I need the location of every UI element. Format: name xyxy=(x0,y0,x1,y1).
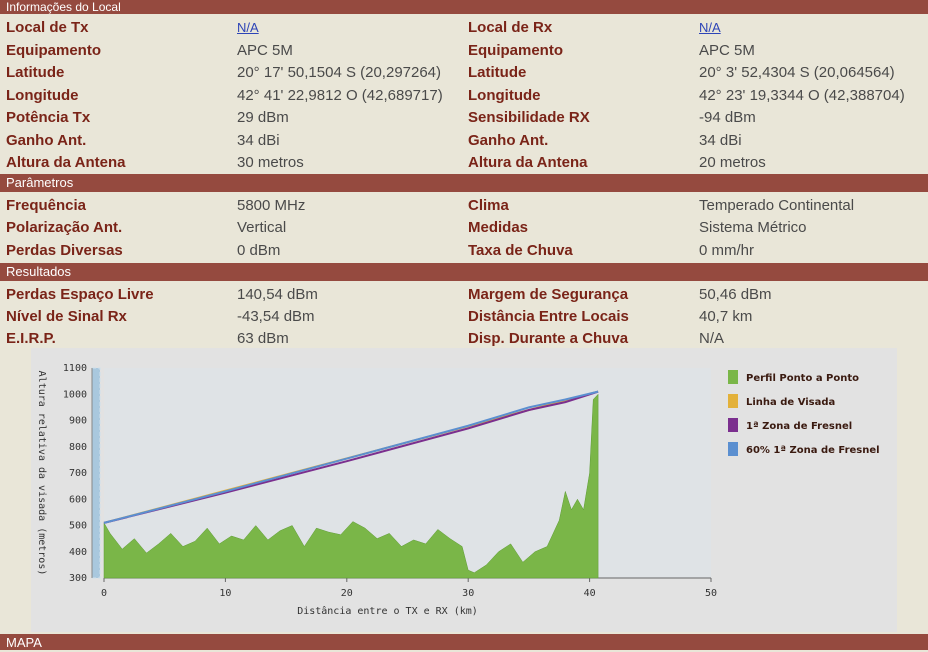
antenna-band xyxy=(91,367,101,579)
right-value: Sistema Métrico xyxy=(699,219,807,237)
right-label: Distância Entre Locais xyxy=(468,307,629,325)
left-value: 42° 41' 22,9812 O (42,689717) xyxy=(237,86,443,104)
info-row: Nível de Sinal Rx -43,54 dBm Distância Ent… xyxy=(0,306,928,328)
left-label: Nível de Sinal Rx xyxy=(6,307,127,325)
tx-site-value[interactable]: N/A xyxy=(237,20,259,35)
left-label: Ganho Ant. xyxy=(6,131,87,149)
legend-label: 60% 1ª Zona de Fresnel xyxy=(746,445,880,456)
left-label: Frequência xyxy=(6,197,87,214)
x-tick-label: 50 xyxy=(705,588,717,599)
left-value: 140,54 dBm xyxy=(237,285,318,303)
right-value: APC 5M xyxy=(699,41,755,59)
x-axis-label: Distância entre o TX e RX (km) xyxy=(297,605,478,617)
y-tick-label: 1000 xyxy=(63,389,87,400)
info-row: Longitude 42° 41' 22,9812 O (42,689717) Lo… xyxy=(0,85,928,107)
profile-chart-svg: 300 400 500 600 700 800 900 1000 1100 0 10 20 30 40 50… xyxy=(36,363,880,617)
info-row: Perdas Diversas 0 dBm Taxa de Chuva 0 mm/hr xyxy=(0,240,928,262)
legend-swatch xyxy=(728,442,738,456)
legend-swatch xyxy=(728,418,738,432)
section-header-local-info: Informações do Local xyxy=(0,0,928,14)
section-header-parameters: Parâmetros xyxy=(0,174,928,192)
tx-site-link[interactable]: N/A xyxy=(237,17,259,39)
x-tick-label: 0 xyxy=(101,588,107,599)
x-tick-label: 10 xyxy=(219,588,231,599)
info-row: Potência Tx 29 dBm Sensibilidade RX -94 dBm xyxy=(0,107,928,129)
legend-label: Perfil Ponto a Ponto xyxy=(746,373,859,384)
right-label: Margem de Segurança xyxy=(468,285,629,303)
left-label: Altura da Antena xyxy=(6,154,126,171)
legend-swatch xyxy=(728,394,738,408)
info-row: Equipamento APC 5M Equipamento APC 5M xyxy=(0,40,928,62)
info-row: Frequência 5800 MHz Clima Temperado Contine… xyxy=(0,195,928,217)
right-label: Latitude xyxy=(468,64,527,81)
left-value: 5800 MHz xyxy=(237,197,306,214)
left-label: Potência Tx xyxy=(6,109,91,126)
right-value: Temperado Continental xyxy=(699,197,855,214)
left-value: APC 5M xyxy=(237,41,293,59)
info-row: E.I.R.P. 63 dBm Disp. Durante a Chuva N/A xyxy=(0,328,928,350)
profile-chart: 300 400 500 600 700 800 900 1000 1100 0 10 20 30 40 50… xyxy=(31,348,897,632)
left-label: Equipamento xyxy=(6,41,102,59)
row-local: Local de Tx N/A Local de Rx N/A xyxy=(0,17,928,39)
y-tick-label: 500 xyxy=(69,521,87,532)
right-label: Equipamento xyxy=(468,41,564,59)
y-tick-label: 800 xyxy=(69,442,87,453)
y-tick-label: 700 xyxy=(69,468,87,479)
left-value: Vertical xyxy=(237,219,287,237)
x-tick-label: 30 xyxy=(462,588,474,599)
y-tick-label: 900 xyxy=(69,416,87,427)
right-value: 50,46 dBm xyxy=(699,285,772,303)
right-label: Altura da Antena xyxy=(468,154,588,171)
left-label: Perdas Espaço Livre xyxy=(6,285,154,303)
left-label: E.I.R.P. xyxy=(6,330,56,348)
legend-label: 1ª Zona de Fresnel xyxy=(746,421,852,432)
right-value: 34 dBi xyxy=(699,131,742,149)
right-value: N/A xyxy=(699,330,725,348)
right-value: 20 metros xyxy=(699,154,766,171)
left-value: 20° 17' 50,1504 S (20,297264) xyxy=(237,64,442,81)
left-label: Latitude xyxy=(6,64,65,81)
rx-site-label: Local de Rx xyxy=(468,19,553,36)
y-tick-label: 400 xyxy=(69,547,87,558)
right-label: Longitude xyxy=(468,86,541,104)
y-tick-label: 1100 xyxy=(63,363,87,374)
left-label: Polarização Ant. xyxy=(6,219,123,237)
info-row: Perdas Espaço Livre 140,54 dBm Margem de S… xyxy=(0,284,928,306)
left-value: 34 dBi xyxy=(237,131,280,149)
right-label: Taxa de Chuva xyxy=(468,241,573,259)
left-value: 63 dBm xyxy=(237,330,289,348)
left-label: Longitude xyxy=(6,86,79,104)
y-axis-label: Altura relativa da visada (metros) xyxy=(36,371,47,576)
legend-swatch xyxy=(728,370,738,384)
right-value: 0 mm/hr xyxy=(699,241,755,259)
section-header-results: Resultados xyxy=(0,263,928,281)
legend-label: Linha de Visada xyxy=(746,397,835,408)
rx-site-link[interactable]: N/A xyxy=(699,17,721,39)
info-row: Altura da Antena 30 metros Altura da Anten… xyxy=(0,152,928,174)
x-tick-label: 20 xyxy=(341,588,353,599)
right-label: Clima xyxy=(468,197,509,214)
right-label: Medidas xyxy=(468,219,529,237)
left-value: 29 dBm xyxy=(237,109,289,126)
left-value: 0 dBm xyxy=(237,241,281,259)
right-value: -94 dBm xyxy=(699,109,756,126)
x-tick-label: 40 xyxy=(584,588,596,599)
section-header-map: MAPA xyxy=(0,634,928,650)
y-tick-label: 600 xyxy=(69,494,87,505)
info-row: Polarização Ant. Vertical Medidas Sistema M… xyxy=(0,217,928,239)
tx-site-label: Local de Tx xyxy=(6,19,89,36)
left-value: -43,54 dBm xyxy=(237,307,315,325)
right-label: Disp. Durante a Chuva xyxy=(468,330,629,348)
y-tick-label: 300 xyxy=(69,573,87,584)
right-value: 42° 23' 19,3344 O (42,388704) xyxy=(699,86,905,104)
right-label: Ganho Ant. xyxy=(468,131,549,149)
left-value: 30 metros xyxy=(237,154,304,171)
left-label: Perdas Diversas xyxy=(6,241,123,259)
info-row: Ganho Ant. 34 dBi Ganho Ant. 34 dBi xyxy=(0,130,928,152)
right-value: 20° 3' 52,4304 S (20,064564) xyxy=(699,64,895,81)
right-label: Sensibilidade RX xyxy=(468,109,590,126)
info-row: Latitude 20° 17' 50,1504 S (20,297264) Lat… xyxy=(0,62,928,84)
right-value: 40,7 km xyxy=(699,307,753,325)
rx-site-value[interactable]: N/A xyxy=(699,20,721,35)
